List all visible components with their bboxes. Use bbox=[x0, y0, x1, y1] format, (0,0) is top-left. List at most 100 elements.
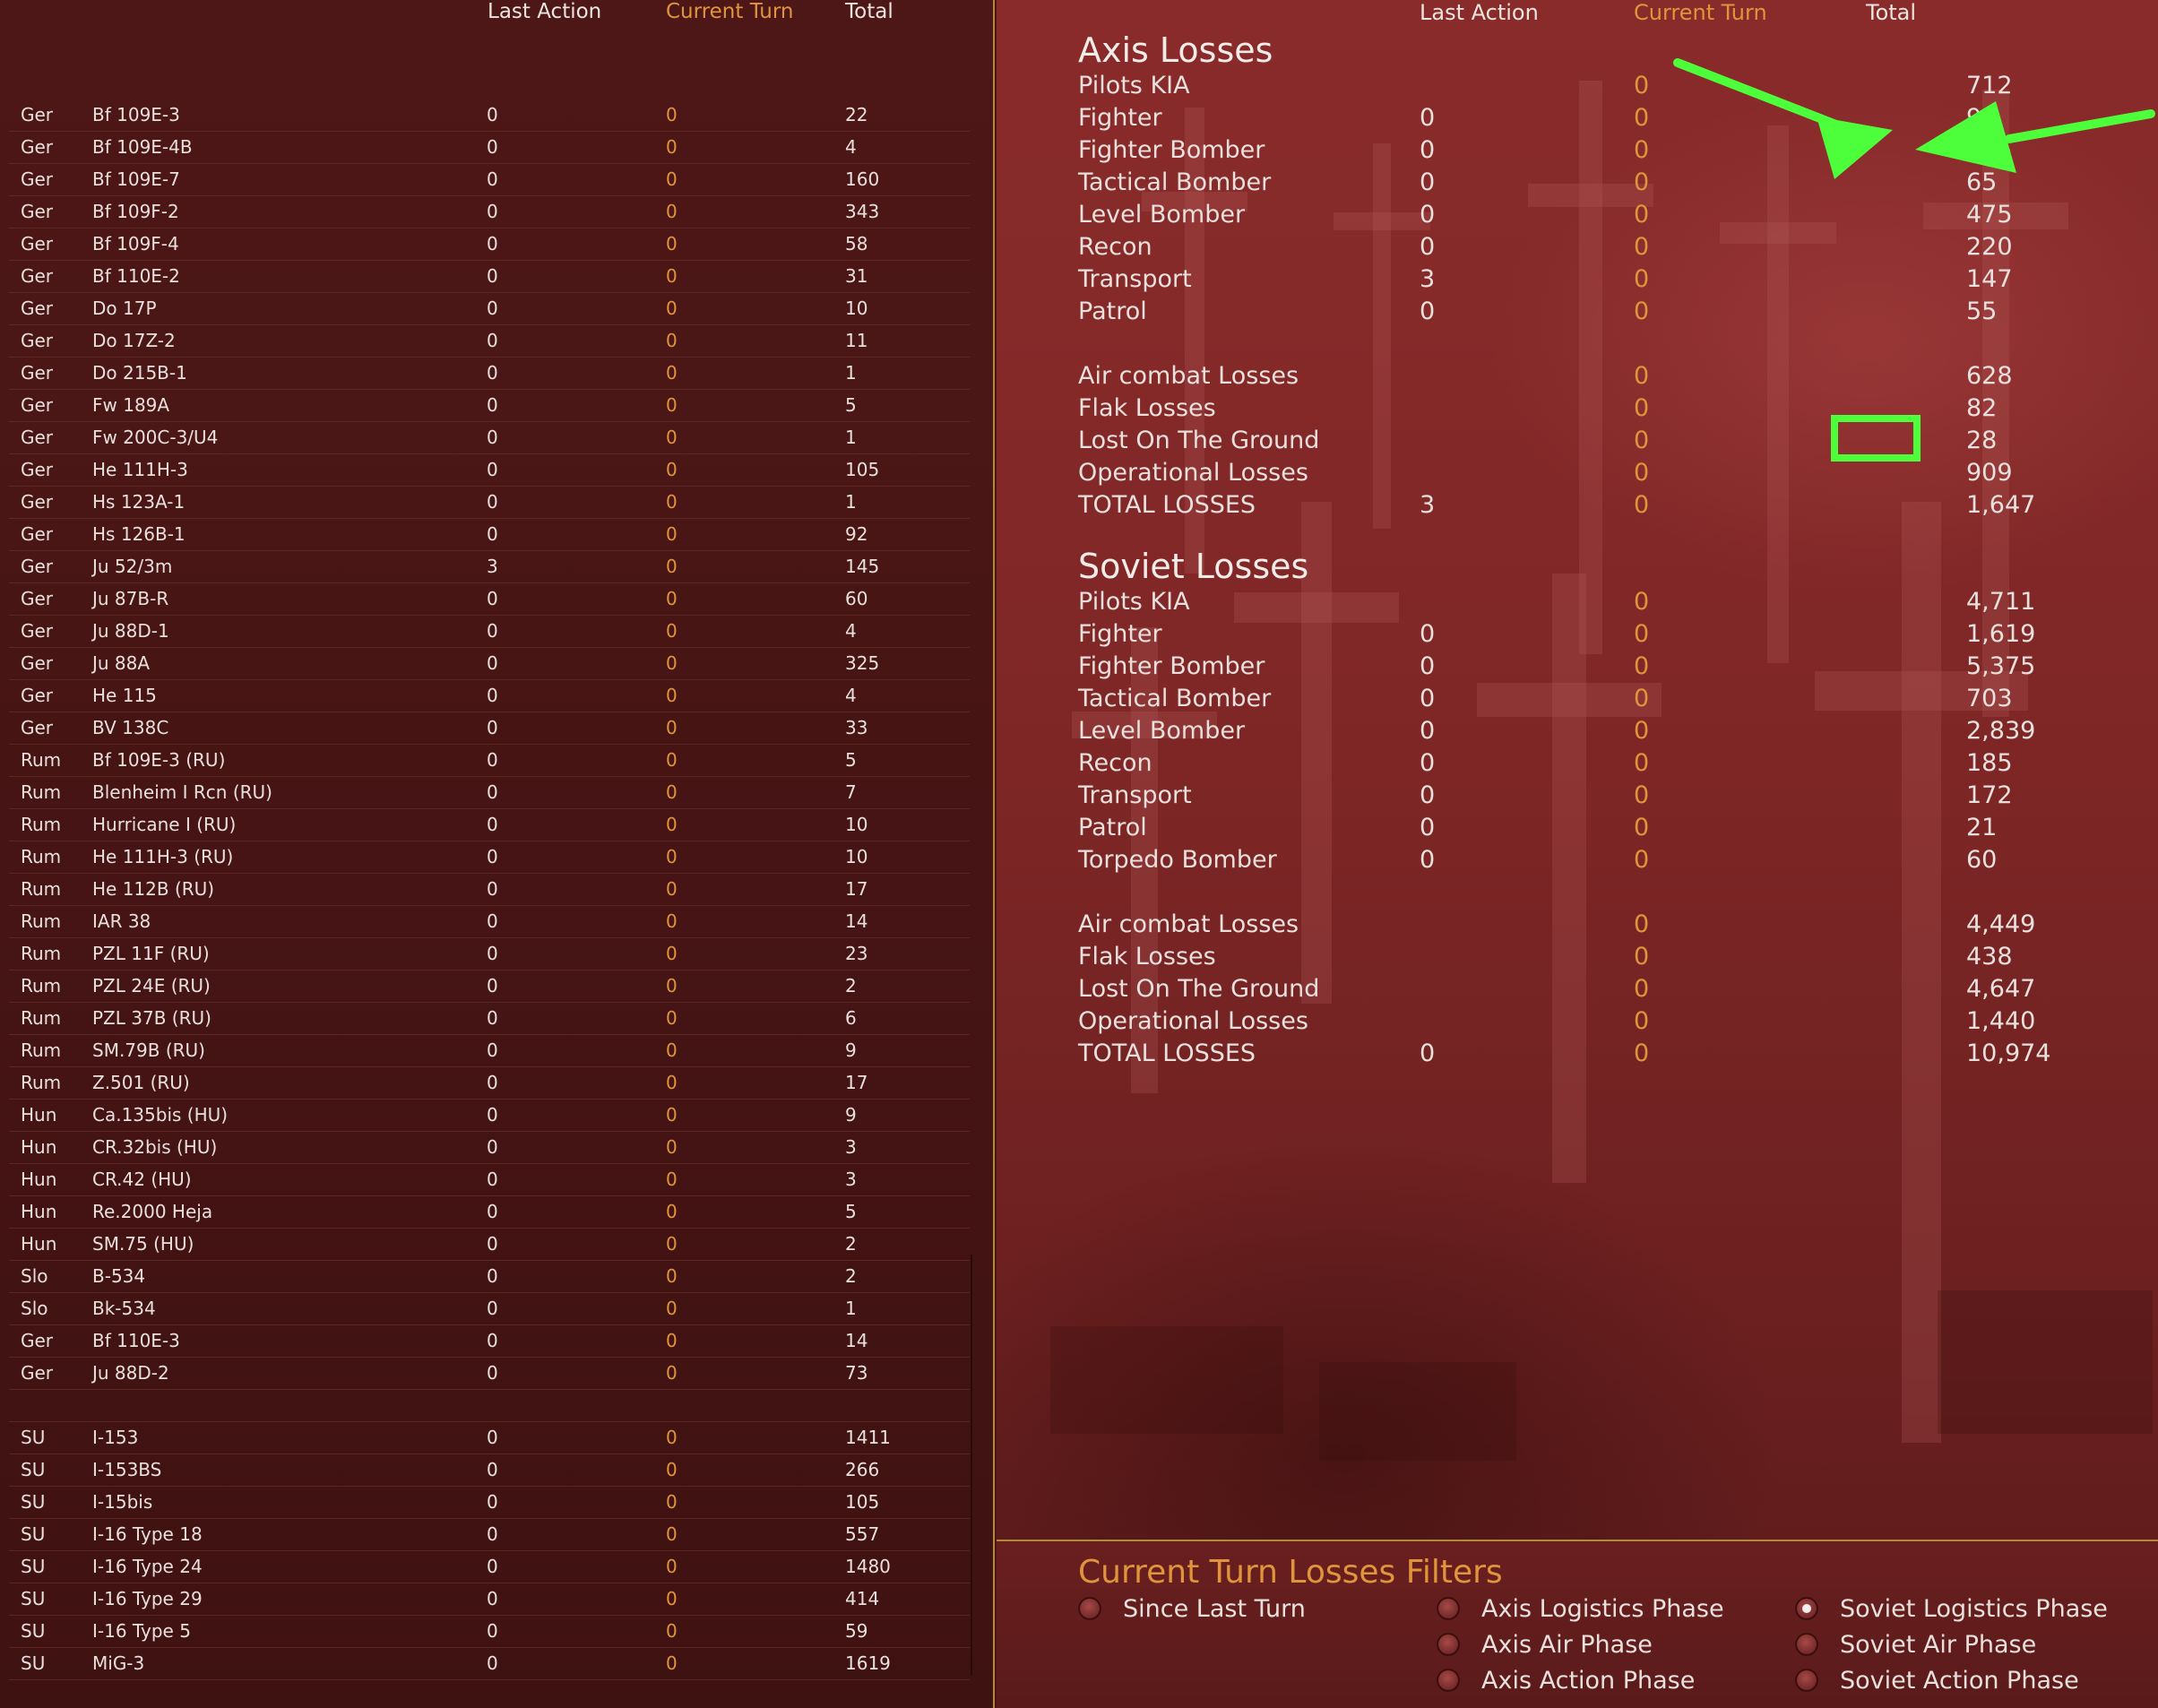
table-row[interactable]: Slo Bk-534 0 0 1 bbox=[9, 1292, 970, 1325]
table-row[interactable]: Ger Ju 88D-2 0 0 73 bbox=[9, 1357, 970, 1390]
table-row[interactable]: Rum IAR 38 0 0 14 bbox=[9, 905, 970, 938]
current-turn-value: 0 bbox=[1634, 781, 1650, 809]
current-turn-value: 0 bbox=[1634, 168, 1650, 196]
losses-filters: Current Turn Losses Filters Since Last T… bbox=[997, 1540, 2158, 1708]
table-row[interactable]: Ger Do 17P 0 0 10 bbox=[9, 292, 970, 325]
current-turn-value: 0 bbox=[1634, 910, 1650, 938]
nation-cell: Ger bbox=[21, 233, 54, 254]
last-action-cell: 0 bbox=[487, 1136, 498, 1158]
total-cell: 73 bbox=[845, 1362, 868, 1384]
table-row[interactable]: Ger He 111H-3 0 0 105 bbox=[9, 453, 970, 487]
total-value: 60 bbox=[1966, 846, 1998, 874]
radio-button-icon[interactable] bbox=[1795, 1597, 1818, 1620]
table-row[interactable]: Ger Bf 109F-4 0 0 58 bbox=[9, 228, 970, 261]
radio-button-icon[interactable] bbox=[1437, 1633, 1460, 1656]
table-row[interactable]: Rum Blenheim I Rcn (RU) 0 0 7 bbox=[9, 776, 970, 809]
table-row[interactable]: Ger Bf 109F-2 0 0 343 bbox=[9, 195, 970, 229]
table-row[interactable]: Ger Ju 88A 0 0 325 bbox=[9, 647, 970, 680]
last-action-value: 0 bbox=[1420, 652, 1436, 680]
total-cell: 10 bbox=[845, 814, 868, 835]
radio-button-icon[interactable] bbox=[1437, 1669, 1460, 1692]
table-row[interactable]: Rum PZL 37B (RU) 0 0 6 bbox=[9, 1002, 970, 1035]
radio-button-icon[interactable] bbox=[1437, 1597, 1460, 1620]
total-value: 4,449 bbox=[1966, 910, 2036, 938]
table-row[interactable]: SU I-16 Type 24 0 0 1480 bbox=[9, 1550, 970, 1583]
table-row[interactable]: Rum PZL 11F (RU) 0 0 23 bbox=[9, 937, 970, 970]
table-row[interactable]: Rum PZL 24E (RU) 0 0 2 bbox=[9, 970, 970, 1003]
radio-button-icon[interactable] bbox=[1078, 1597, 1101, 1620]
table-row[interactable]: Ger Ju 52/3m 3 0 145 bbox=[9, 550, 970, 583]
table-row[interactable]: Ger He 115 0 0 4 bbox=[9, 679, 970, 712]
nation-cell: Ger bbox=[21, 265, 54, 287]
last-action-cell: 0 bbox=[487, 1039, 498, 1061]
table-row[interactable]: Ger Bf 110E-2 0 0 31 bbox=[9, 260, 970, 293]
nation-cell: SU bbox=[21, 1556, 46, 1577]
loss-row: Tactical Bomber 0 0 703 bbox=[1078, 683, 2064, 715]
table-row[interactable]: Ger Ju 87B-R 0 0 60 bbox=[9, 582, 970, 616]
table-row[interactable]: Slo B-534 0 0 2 bbox=[9, 1260, 970, 1293]
current-turn-value: 0 bbox=[1634, 814, 1650, 841]
last-action-value: 3 bbox=[1420, 491, 1436, 519]
table-row[interactable]: Ger Hs 123A-1 0 0 1 bbox=[9, 486, 970, 519]
table-row[interactable]: Ger Fw 189A 0 0 5 bbox=[9, 389, 970, 422]
loss-row: Recon 0 0 185 bbox=[1078, 747, 2064, 780]
aircraft-cell: Do 17Z-2 bbox=[92, 330, 176, 351]
table-row[interactable]: Rum He 112B (RU) 0 0 17 bbox=[9, 873, 970, 906]
aircraft-cell: He 112B (RU) bbox=[92, 878, 215, 900]
total-cell: 11 bbox=[845, 330, 868, 351]
header-current-turn[interactable]: Current Turn bbox=[666, 0, 793, 23]
table-row[interactable]: SU MiG-3 0 0 1619 bbox=[9, 1647, 970, 1680]
radio-button-icon[interactable] bbox=[1795, 1669, 1818, 1692]
current-turn-cell: 0 bbox=[666, 1459, 678, 1480]
table-row[interactable]: Hun CR.42 (HU) 0 0 3 bbox=[9, 1163, 970, 1196]
table-row[interactable]: Ger Bf 110E-3 0 0 14 bbox=[9, 1324, 970, 1358]
total-cell: 31 bbox=[845, 265, 868, 287]
table-row[interactable]: Ger Hs 126B-1 0 0 92 bbox=[9, 518, 970, 551]
table-row[interactable]: Ger Ju 88D-1 0 0 4 bbox=[9, 615, 970, 648]
table-row[interactable]: Hun SM.75 (HU) 0 0 2 bbox=[9, 1228, 970, 1261]
radio-button-icon[interactable] bbox=[1795, 1633, 1818, 1656]
last-action-cell: 0 bbox=[487, 1620, 498, 1642]
table-row[interactable]: SU I-16 Type 18 0 0 557 bbox=[9, 1518, 970, 1551]
nation-cell: Rum bbox=[21, 1039, 62, 1061]
table-row[interactable]: Ger Fw 200C-3/U4 0 0 1 bbox=[9, 421, 970, 454]
total-cell: 5 bbox=[845, 394, 857, 416]
table-row[interactable]: Ger Bf 109E-3 0 0 22 bbox=[9, 99, 970, 132]
table-row[interactable]: Rum Hurricane I (RU) 0 0 10 bbox=[9, 808, 970, 841]
table-row[interactable]: Hun CR.32bis (HU) 0 0 3 bbox=[9, 1131, 970, 1164]
last-action-cell: 0 bbox=[487, 1007, 498, 1029]
table-row[interactable]: Rum He 111H-3 (RU) 0 0 10 bbox=[9, 841, 970, 874]
total-cell: 1619 bbox=[845, 1652, 891, 1674]
nation-cell: Ger bbox=[21, 1362, 54, 1384]
current-turn-cell: 0 bbox=[666, 814, 678, 835]
table-row[interactable]: Ger Do 17Z-2 0 0 11 bbox=[9, 324, 970, 358]
total-cell: 23 bbox=[845, 943, 868, 964]
loss-label: Flak Losses bbox=[1078, 943, 1216, 970]
scrollbar[interactable] bbox=[971, 1255, 972, 1676]
current-turn-value: 0 bbox=[1634, 265, 1650, 293]
table-row[interactable]: SU I-153 0 0 1411 bbox=[9, 1421, 970, 1454]
table-row[interactable]: Ger Bf 109E-4B 0 0 4 bbox=[9, 131, 970, 164]
table-row[interactable]: SU I-16 Type 5 0 0 59 bbox=[9, 1615, 970, 1648]
summary-header-last-action: Last Action bbox=[1420, 0, 1539, 25]
table-row[interactable]: Ger Do 215B-1 0 0 1 bbox=[9, 357, 970, 390]
table-row[interactable]: Rum Bf 109E-3 (RU) 0 0 5 bbox=[9, 744, 970, 777]
nation-cell: Ger bbox=[21, 201, 54, 222]
total-value: 28 bbox=[1966, 427, 1998, 454]
table-row[interactable]: SU I-15bis 0 0 105 bbox=[9, 1486, 970, 1519]
loss-label: Transport bbox=[1078, 781, 1192, 809]
table-row[interactable]: Hun Ca.135bis (HU) 0 0 9 bbox=[9, 1099, 970, 1132]
table-row[interactable]: Rum SM.79B (RU) 0 0 9 bbox=[9, 1034, 970, 1067]
total-cell: 557 bbox=[845, 1523, 880, 1545]
table-row[interactable]: Rum Z.501 (RU) 0 0 17 bbox=[9, 1066, 970, 1100]
filter-label: Axis Logistics Phase bbox=[1481, 1595, 1724, 1623]
table-row[interactable]: Ger BV 138C 0 0 33 bbox=[9, 712, 970, 745]
table-row[interactable]: SU I-153BS 0 0 266 bbox=[9, 1454, 970, 1487]
nation-cell: Ger bbox=[21, 394, 54, 416]
header-total[interactable]: Total bbox=[845, 0, 893, 23]
table-row[interactable]: Ger Bf 109E-7 0 0 160 bbox=[9, 163, 970, 196]
header-last-action[interactable]: Last Action bbox=[488, 0, 601, 23]
table-row[interactable]: SU I-16 Type 29 0 0 414 bbox=[9, 1583, 970, 1616]
current-turn-cell: 0 bbox=[666, 910, 678, 932]
table-row[interactable]: Hun Re.2000 Heja 0 0 5 bbox=[9, 1195, 970, 1229]
